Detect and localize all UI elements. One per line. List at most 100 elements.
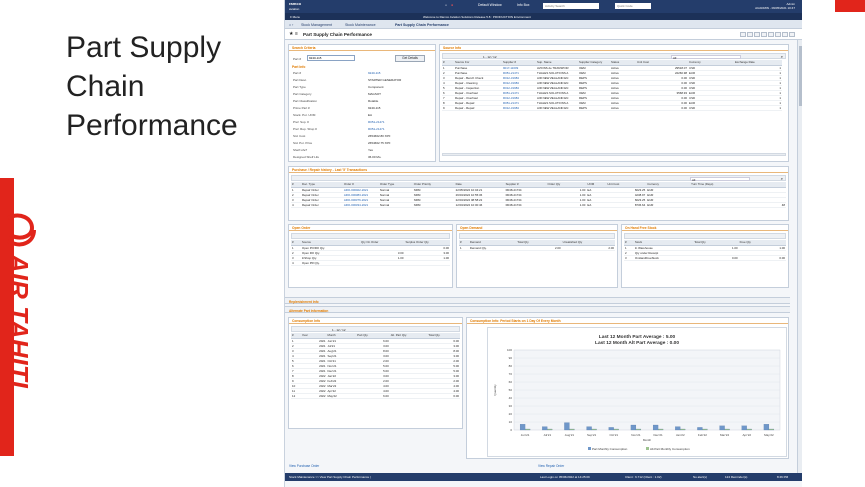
horizontal-scrollbar[interactable] <box>442 153 786 156</box>
server-info: Client : 6.712 (Client : 1.02) <box>625 475 662 479</box>
purchase-history-table: # Doc. Type Order # Order Type Order Priorit… <box>291 182 786 208</box>
field-label: Prime Part # <box>293 106 310 110</box>
star-icon[interactable]: ★ <box>289 31 293 37</box>
slide-title: Part Supply Chain Performance <box>66 28 276 145</box>
activity-search-input[interactable] <box>543 3 599 9</box>
notification-icon[interactable]: ● <box>451 3 453 7</box>
info-box-menu[interactable]: Info Box <box>517 3 529 7</box>
x-tick-label: Apr'22 <box>742 433 751 437</box>
table-cell <box>389 393 428 399</box>
breadcrumb-item[interactable]: Stock Management <box>301 23 332 27</box>
home-icon[interactable]: ⌂ › <box>289 23 293 27</box>
view-purchase-order-link[interactable]: View Purchase Order <box>289 464 319 468</box>
pager-text: 1 - 12 / 12 <box>483 54 497 59</box>
table-row[interactable]: 9 Repair - Repair R012-31984 AIR NEW ZEALAN… <box>442 105 782 111</box>
table-row[interactable]: 12 2022 May'22 6.00 6.00 <box>291 393 460 399</box>
x-tick-label: Feb'22 <box>698 433 707 437</box>
table-cell: 2.00 <box>516 245 562 251</box>
air-tahiti-logo-graphic: AIR TAHITI <box>4 213 36 389</box>
legend-label: Part Monthly Consumption <box>592 447 628 451</box>
field-label: Part Desc. <box>293 78 308 82</box>
part-number-input[interactable] <box>307 55 355 61</box>
table-row[interactable]: 4 Repair Order ARO-000334-2021 Normal NRM 12/… <box>291 202 786 208</box>
table-cell: AIR NEW ZEALAND EN <box>536 105 578 111</box>
user-info[interactable]: Admin AUADMIN - 09/05/2021 10:47 <box>755 2 795 10</box>
search-icon[interactable]: ⌕ <box>781 54 783 59</box>
bar-part <box>652 424 659 431</box>
bar-alt-part <box>768 428 775 431</box>
table-cell: OnHandFreeStock <box>633 255 694 261</box>
help-icon[interactable] <box>782 32 788 37</box>
scroll-thumb[interactable] <box>799 46 802 106</box>
get-details-button[interactable]: Get Details <box>395 55 425 62</box>
field-value: R051-21471 <box>368 127 385 131</box>
table-row[interactable]: 3 OnHandFreeStock 0.00 0.00 <box>624 255 786 261</box>
filter-select[interactable]: All <box>671 54 741 60</box>
menu-button[interactable]: ≡ Menu <box>290 15 300 19</box>
open-demand-table: # Demand Total Qty Unsatisfied Qty 1 Demand … <box>459 240 615 251</box>
part-info-field: Part Desc. STARTER GENERATOR <box>293 78 433 83</box>
header-rule <box>289 323 462 324</box>
x-tick-label: Jan'22 <box>676 433 685 437</box>
legend-label: Alt.Part Monthly Consumption <box>650 447 690 451</box>
y-tick-label: 20 <box>509 412 513 416</box>
air-tahiti-logo: AIR TAHITI <box>2 210 38 450</box>
default-window-menu[interactable]: Default Window <box>478 3 502 7</box>
part-info-header: Part Info <box>292 65 306 69</box>
field-label: Pref. Sup. # <box>293 120 309 124</box>
last-record-icon[interactable] <box>761 32 767 37</box>
bar-alt-part <box>613 428 619 431</box>
view-repair-order-link[interactable]: View Repair Order <box>538 464 564 468</box>
print-icon[interactable] <box>775 32 781 37</box>
page-header: ★ ≡ Part Supply Chain Performance <box>285 29 802 40</box>
part-info-field: Designed Shelf Life 36.00 Mo. <box>293 155 433 160</box>
y-tick-label: 80 <box>509 364 513 368</box>
page-scrollbar[interactable] <box>797 40 802 473</box>
purchase-history-panel: Purchase / Repair history - Last '5' Tra… <box>288 166 789 221</box>
corner-accent <box>835 0 865 12</box>
field-label: Stock. Pur. UOM <box>293 113 316 117</box>
field-label: Shelf Life? <box>293 148 308 152</box>
table-cell: 8736.64 <box>606 202 647 208</box>
filter-select[interactable]: All <box>690 176 750 182</box>
close-icon[interactable] <box>789 32 795 37</box>
breadcrumb-item[interactable]: Stock Maintenance <box>345 23 376 27</box>
home-icon[interactable]: ⌂ <box>445 3 447 7</box>
table-cell: 2.00 <box>561 245 615 251</box>
table-row[interactable]: 1 Demand Qty. 2.00 2.00 <box>459 245 615 251</box>
bar-alt-part <box>524 428 531 431</box>
part-panel: Search Criteria Part # Get Details Part … <box>288 44 436 162</box>
quick-code-input[interactable] <box>615 3 651 9</box>
on-hand-stock-panel: On Hand Free Stock # Stock Total Qty Free Q… <box>621 224 789 288</box>
alerts-count[interactable]: No alert(s) <box>693 475 707 479</box>
next-record-icon[interactable] <box>754 32 760 37</box>
y-tick-label: 40 <box>509 396 513 400</box>
part-info-field: Part Classification Rotable <box>293 99 433 104</box>
table-cell: 1 <box>734 105 782 111</box>
alternate-part-section[interactable]: Alternate Part Information <box>285 306 790 313</box>
replenishment-section[interactable]: Replenishment Info <box>285 297 790 304</box>
bar-part <box>586 426 592 431</box>
table-cell: 1.00 <box>546 202 587 208</box>
ramco-logo: ramco aviation <box>289 1 317 11</box>
previous-record-icon[interactable] <box>747 32 753 37</box>
menu-icon[interactable]: ≡ <box>295 31 298 37</box>
first-record-icon[interactable] <box>740 32 746 37</box>
part-info-field: Stock. Pur. UOM EA <box>293 113 433 118</box>
top-bar: ramco aviation ⌂ ● Default Window Info B… <box>285 0 802 13</box>
header-rule <box>289 50 435 51</box>
table-cell: NRM <box>412 202 455 208</box>
bar-part <box>564 422 570 431</box>
field-label: Part Type <box>293 85 306 89</box>
reminders-count[interactable]: 124 Reminder(s) <box>725 475 747 479</box>
field-value: 2654662.80 XPF <box>368 134 391 138</box>
refresh-icon[interactable] <box>768 32 774 37</box>
table-row[interactable]: 4 Open PR Qty. <box>291 260 450 266</box>
bar-alt-part <box>657 428 664 431</box>
search-icon[interactable]: ⌕ <box>781 176 783 181</box>
header-rule <box>467 323 788 324</box>
field-value: STARTER GENERATOR <box>368 78 402 82</box>
field-label: Part # <box>293 71 302 75</box>
y-tick-label: 100 <box>507 348 512 352</box>
app-window: ramco aviation ⌂ ● Default Window Info B… <box>284 0 802 487</box>
